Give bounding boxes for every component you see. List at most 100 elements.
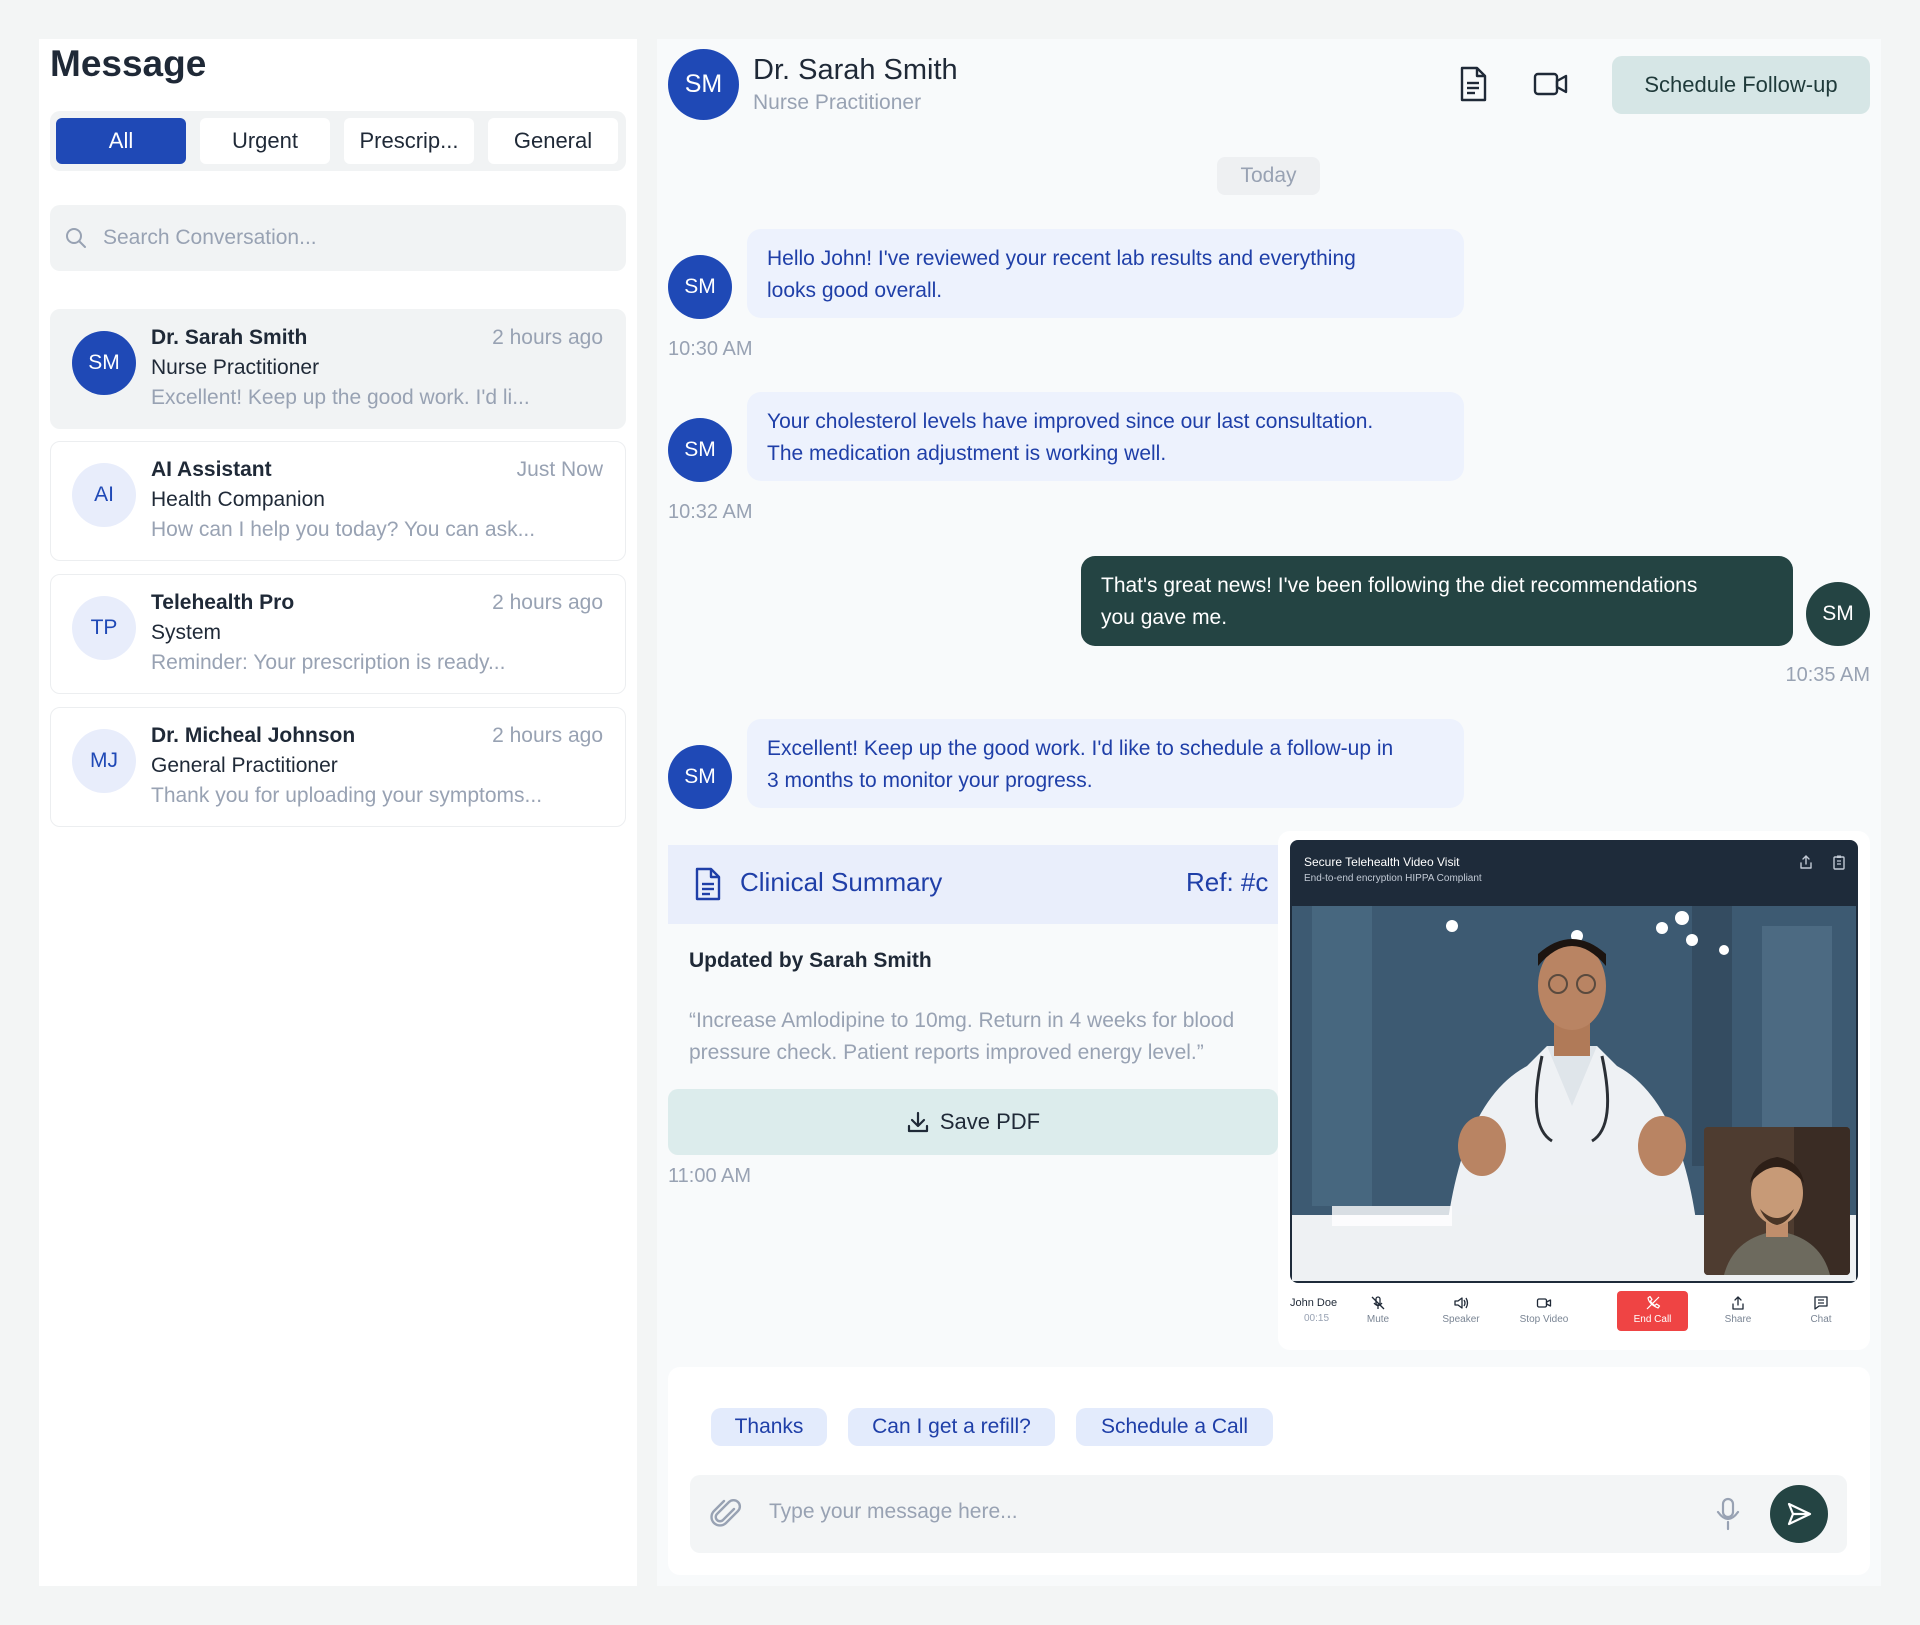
patient-video-image — [1704, 1127, 1850, 1275]
send-icon — [1787, 1502, 1812, 1526]
control-label: End Call — [1633, 1314, 1672, 1325]
schedule-follow-up-button[interactable]: Schedule Follow-up — [1612, 56, 1870, 114]
document-icon[interactable] — [1457, 66, 1489, 102]
control-label: Chat — [1810, 1314, 1832, 1325]
conversation-item-telehealth-pro[interactable]: TP Telehealth Pro System Reminder: Your … — [50, 574, 626, 694]
control-label: Stop Video — [1519, 1314, 1569, 1325]
filter-tab-general[interactable]: General — [488, 118, 618, 164]
message-text: That's great news! I've been following t… — [1101, 574, 1698, 597]
conversation-time: 2 hours ago — [492, 591, 603, 614]
quick-reply-refill[interactable]: Can I get a refill? — [848, 1408, 1055, 1446]
message-bubble-outgoing: That's great news! I've been following t… — [1081, 556, 1793, 646]
self-video-feed — [1704, 1127, 1850, 1275]
conversation-preview: Excellent! Keep up the good work. I'd li… — [151, 386, 530, 409]
video-camera-icon — [1536, 1298, 1552, 1308]
message-text: you gave me. — [1101, 606, 1228, 629]
save-pdf-button[interactable]: Save PDF — [668, 1089, 1278, 1155]
remote-video-feed — [1292, 906, 1856, 1281]
message-input-placeholder: Type your message here... — [769, 1500, 1018, 1523]
caller-name: John Doe — [1290, 1297, 1338, 1309]
message-bubble: Excellent! Keep up the good work. I'd li… — [747, 719, 1464, 808]
avatar: TP — [72, 596, 136, 660]
message-avatar: SM — [668, 418, 732, 482]
stop-video-button[interactable]: Stop Video — [1508, 1295, 1580, 1325]
message-text: The medication adjustment is working wel… — [767, 442, 1167, 465]
chat-panel: SM Dr. Sarah Smith Nurse Practitioner Sc… — [657, 39, 1881, 1586]
message-text: Your cholesterol levels have improved si… — [767, 410, 1374, 433]
message-text: Excellent! Keep up the good work. I'd li… — [767, 737, 1394, 760]
conversation-name: Dr. Micheal Johnson — [151, 724, 356, 747]
clinical-summary-title: Clinical Summary — [740, 867, 943, 897]
message-avatar: SM — [668, 255, 732, 319]
conversation-time: Just Now — [516, 458, 603, 481]
message-time: 10:32 AM — [668, 501, 753, 523]
clipboard-icon[interactable] — [1831, 854, 1847, 870]
message-composer: Thanks Can I get a refill? Schedule a Ca… — [668, 1367, 1870, 1575]
quick-reply-schedule-call[interactable]: Schedule a Call — [1076, 1408, 1273, 1446]
avatar: MJ — [72, 729, 136, 793]
search-conversation-input[interactable]: Search Conversation... — [50, 205, 626, 271]
message-input[interactable]: Type your message here... — [690, 1475, 1847, 1553]
send-button[interactable] — [1770, 1485, 1828, 1543]
conversation-item-ai-assistant[interactable]: AI AI Assistant Health Companion How can… — [50, 441, 626, 561]
clinical-summary-ref: Ref: #c — [1186, 867, 1269, 897]
download-icon — [907, 1111, 928, 1133]
conversation-sidebar: Message All Urgent Prescrip... General S… — [39, 39, 637, 1586]
search-icon — [66, 228, 86, 248]
message-avatar: SM — [668, 745, 732, 809]
conversation-role: System — [151, 621, 222, 644]
message-bubble: Hello John! I've reviewed your recent la… — [747, 229, 1464, 318]
conversation-role: General Practitioner — [151, 754, 338, 777]
message-time: 11:00 AM — [668, 1165, 752, 1187]
video-call-icon[interactable] — [1533, 71, 1569, 97]
clinical-updated-by: Updated by Sarah Smith — [689, 949, 932, 972]
message-text: 3 months to monitor your progress. — [767, 769, 1093, 792]
filter-tab-urgent[interactable]: Urgent — [200, 118, 330, 164]
control-label: Mute — [1366, 1314, 1390, 1325]
conversation-name: AI Assistant — [151, 458, 272, 481]
phone-off-icon — [1646, 1295, 1660, 1310]
header-role: Nurse Practitioner — [753, 91, 922, 114]
share-icon[interactable] — [1798, 854, 1814, 870]
search-placeholder: Search Conversation... — [103, 226, 317, 249]
end-call-button[interactable]: End Call — [1617, 1291, 1688, 1331]
save-pdf-label: Save PDF — [939, 1109, 1041, 1134]
message-time: 10:30 AM — [668, 338, 753, 360]
control-label: Speaker — [1442, 1314, 1480, 1325]
video-frame: Secure Telehealth Video Visit End-to-end… — [1290, 840, 1858, 1283]
conversation-name: Telehealth Pro — [151, 591, 295, 614]
video-subtitle: End-to-end encryption HIPPA Compliant — [1304, 873, 1482, 884]
conversation-role: Nurse Practitioner — [151, 356, 320, 379]
message-text: Hello John! I've reviewed your recent la… — [767, 247, 1356, 270]
clinical-summary-text: “Increase Amlodipine to 10mg. Return in … — [689, 1005, 1279, 1069]
message-time: 10:35 AM — [1785, 664, 1870, 686]
microphone-icon[interactable] — [1715, 1497, 1741, 1531]
conversation-name: Dr. Sarah Smith — [151, 326, 308, 349]
header-name: Dr. Sarah Smith — [753, 54, 958, 86]
filter-tabs: All Urgent Prescrip... General — [50, 111, 626, 171]
clinical-text-line: “Increase Amlodipine to 10mg. Return in … — [689, 1009, 1235, 1032]
conversation-item-micheal-johnson[interactable]: MJ Dr. Micheal Johnson General Practitio… — [50, 707, 626, 827]
share-icon — [1732, 1296, 1744, 1310]
conversation-item-sarah-smith[interactable]: SM Dr. Sarah Smith Nurse Practitioner Ex… — [50, 309, 626, 429]
avatar: SM — [72, 331, 136, 395]
video-call-card: Secure Telehealth Video Visit End-to-end… — [1278, 831, 1870, 1350]
filter-tab-all[interactable]: All — [56, 118, 186, 164]
chat-button[interactable]: Chat — [1785, 1295, 1857, 1325]
message-text: looks good overall. — [767, 279, 943, 302]
quick-reply-thanks[interactable]: Thanks — [711, 1408, 827, 1446]
call-duration: 00:15 — [1304, 1313, 1330, 1324]
share-button[interactable]: Share — [1702, 1295, 1774, 1325]
sidebar-title: Message — [50, 43, 207, 84]
speaker-button[interactable]: Speaker — [1425, 1295, 1497, 1325]
clinical-summary-header: Clinical Summary Ref: #c — [668, 845, 1278, 924]
conversation-preview: How can I help you today? You can ask... — [151, 518, 536, 541]
conversation-role: Health Companion — [151, 488, 325, 511]
attachment-icon[interactable] — [710, 1497, 744, 1531]
chat-icon — [1814, 1296, 1828, 1310]
filter-tab-prescriptions[interactable]: Prescrip... — [344, 118, 474, 164]
message-bubble: Your cholesterol levels have improved si… — [747, 392, 1464, 481]
mute-button[interactable]: Mute — [1342, 1295, 1414, 1325]
speaker-icon — [1454, 1297, 1469, 1309]
conversation-preview: Reminder: Your prescription is ready... — [151, 651, 506, 674]
